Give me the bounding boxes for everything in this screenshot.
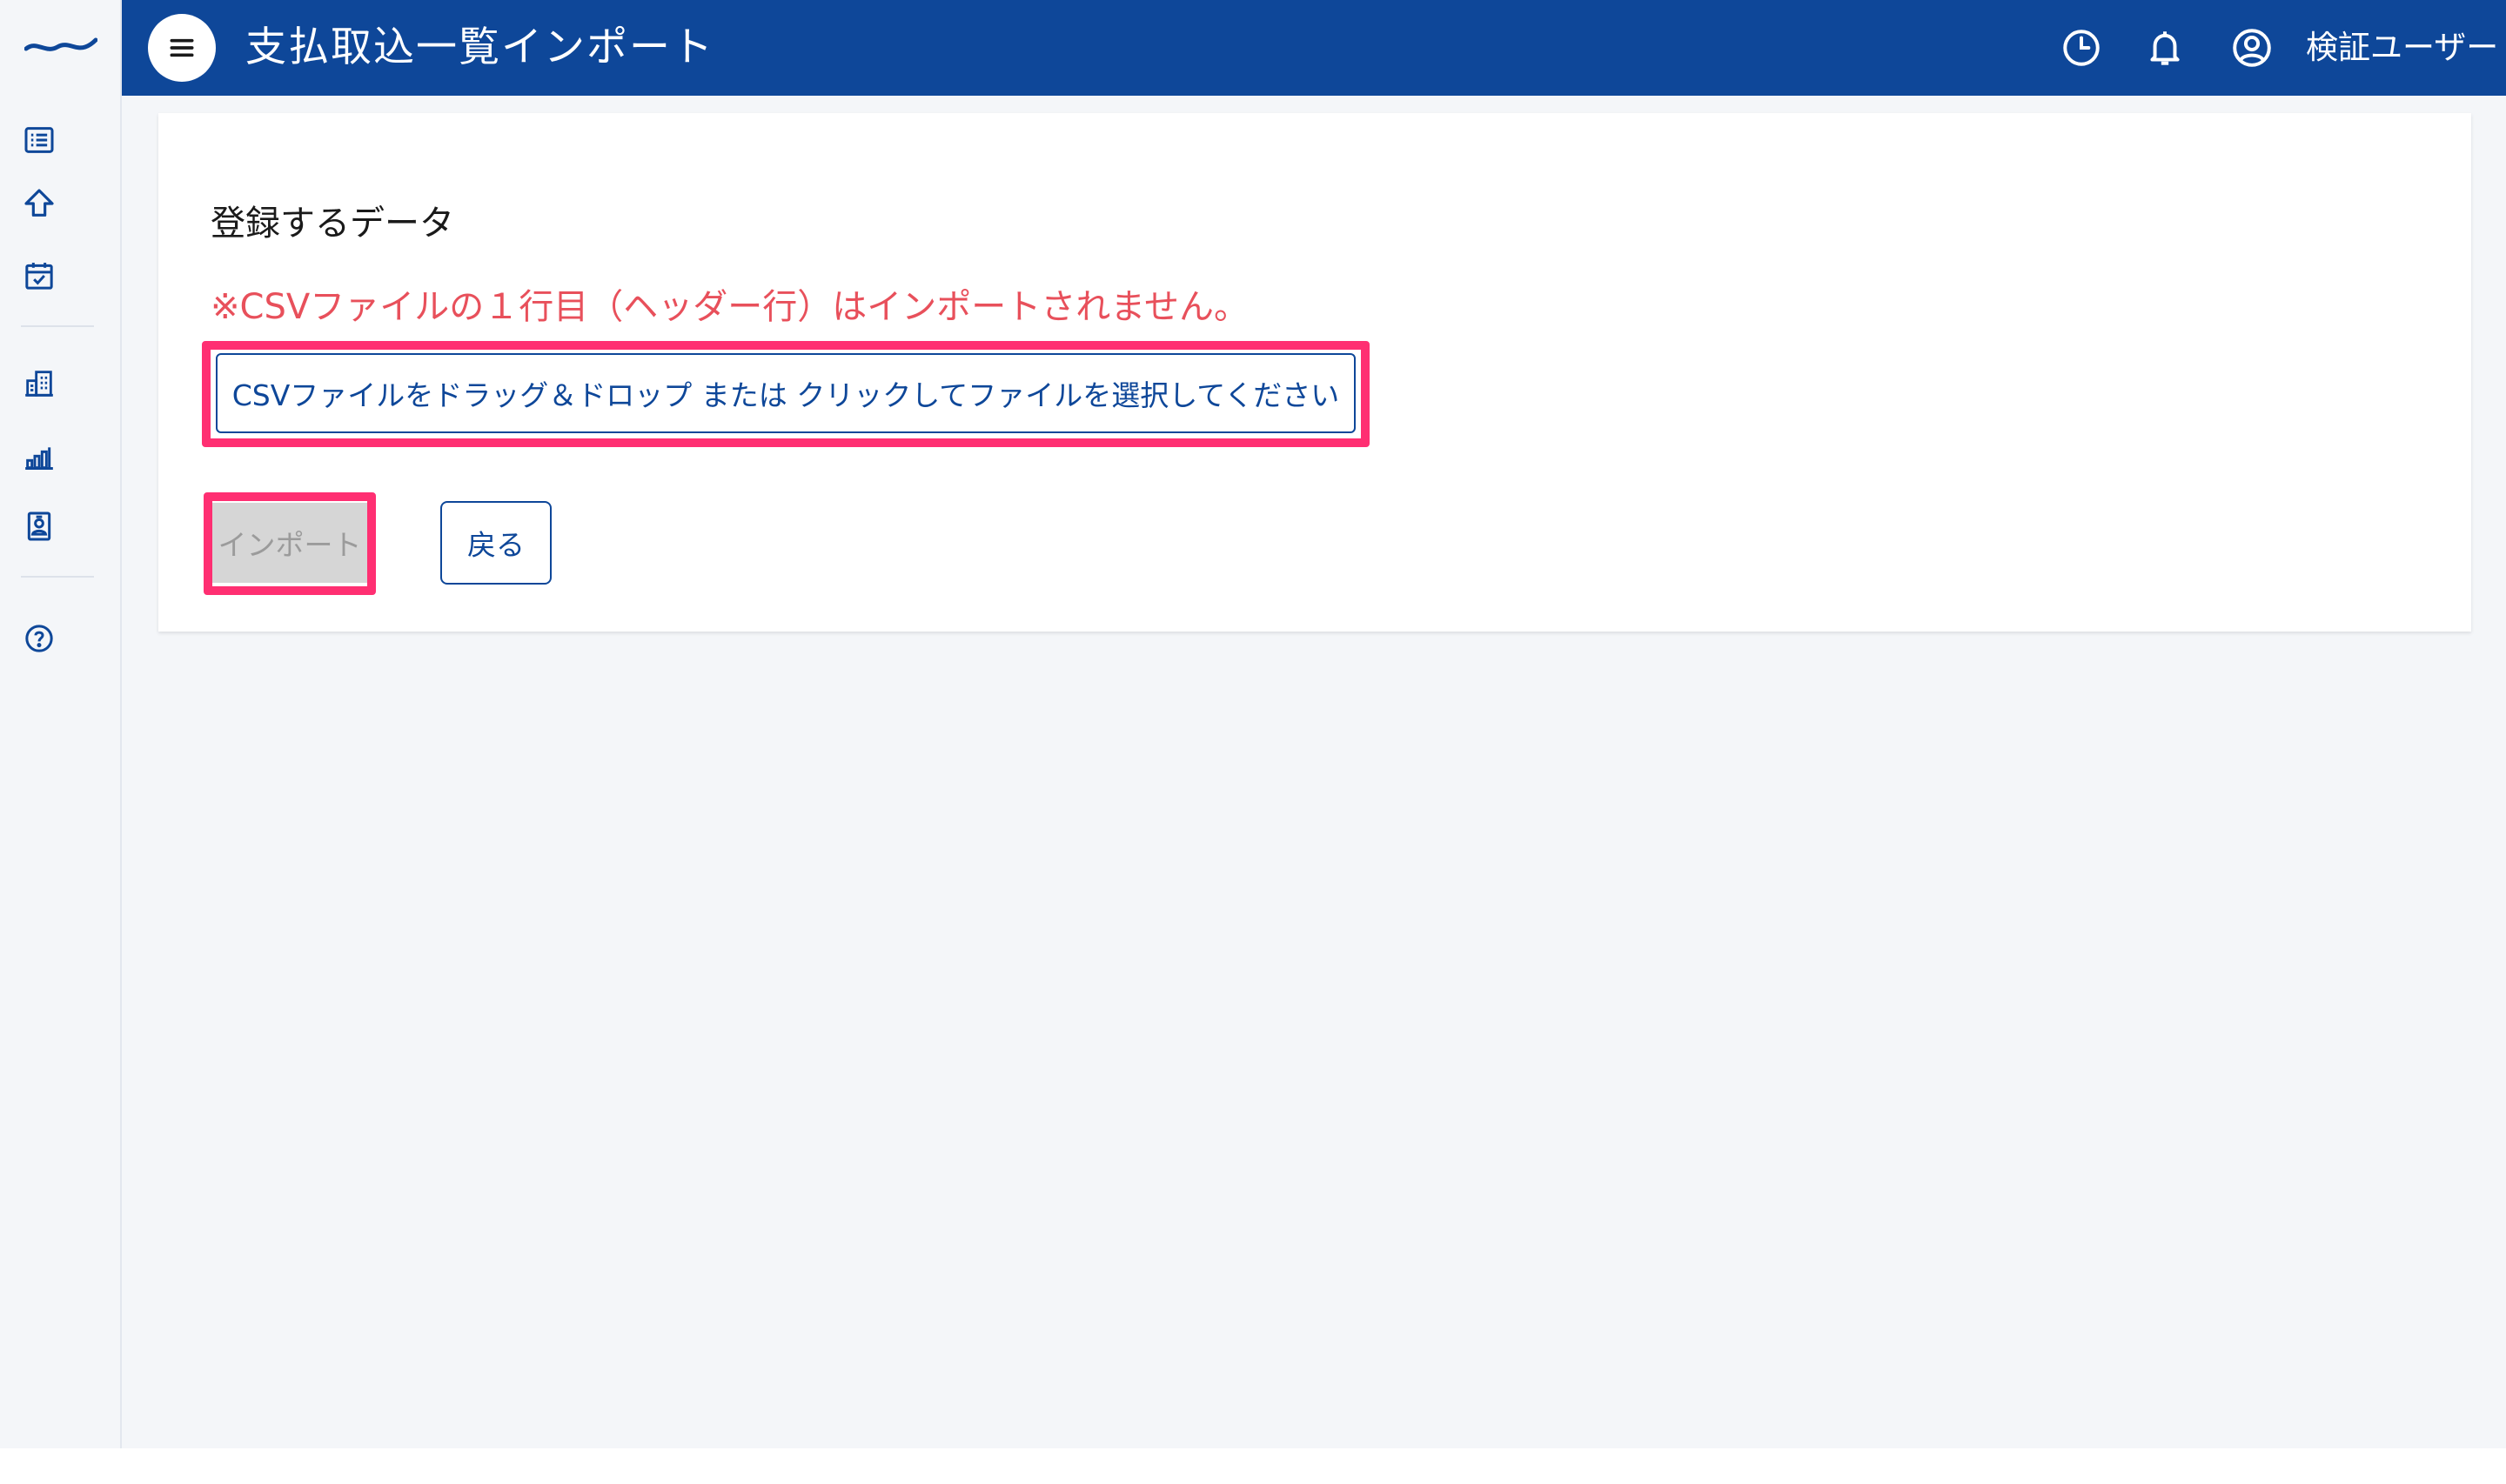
csv-dropzone[interactable]: CSVファイルをドラッグ＆ドロップ または クリックしてファイルを選択してくださ… [216,353,1356,433]
bar-chart-icon [25,447,53,470]
history-button[interactable] [2057,23,2106,72]
notifications-button[interactable] [2141,23,2189,72]
import-card: 登録するデータ ※CSVファイルの１行目（ヘッダー行）はインポートされません。 … [158,113,2471,632]
menu-button[interactable] [148,14,216,82]
sidebar-item-calendar[interactable] [19,256,59,296]
sidebar-item-help[interactable] [19,618,59,658]
sidebar-divider [21,576,94,578]
hamburger-icon [170,38,194,57]
app-header: 支払取込一覧インポート 検証ユーザー [122,0,2506,96]
back-button[interactable]: 戻る [440,501,552,585]
page-title: 支払取込一覧インポート [245,23,714,71]
wave-logo[interactable] [24,31,97,57]
user-name[interactable]: 検証ユーザー [2306,24,2498,71]
calendar-check-icon [25,263,53,290]
sidebar [0,0,122,1448]
sidebar-item-list[interactable] [19,120,59,160]
building-icon [25,371,53,397]
import-button[interactable]: インポート [212,503,367,583]
section-title: 登録するデータ [211,204,454,244]
sidebar-item-chart[interactable] [19,438,59,478]
bell-icon [2150,31,2180,65]
list-icon [24,127,54,153]
header-row-notice: ※CSVファイルの１行目（ヘッダー行）はインポートされません。 [211,287,1249,327]
user-account-button[interactable] [2228,23,2276,72]
sidebar-item-building[interactable] [19,364,59,404]
upload-arrow-icon [24,189,54,217]
user-circle-icon [2233,29,2271,67]
app-root: 支払取込一覧インポート 検証ユーザー 登録するデータ ※CSVファイルの１行目（… [0,0,2506,1448]
sidebar-item-contact[interactable] [19,506,59,546]
contact-card-icon [27,511,51,541]
sidebar-divider [21,325,94,327]
clock-icon [2063,30,2100,66]
help-icon [25,625,53,652]
sidebar-item-upload[interactable] [19,184,59,224]
